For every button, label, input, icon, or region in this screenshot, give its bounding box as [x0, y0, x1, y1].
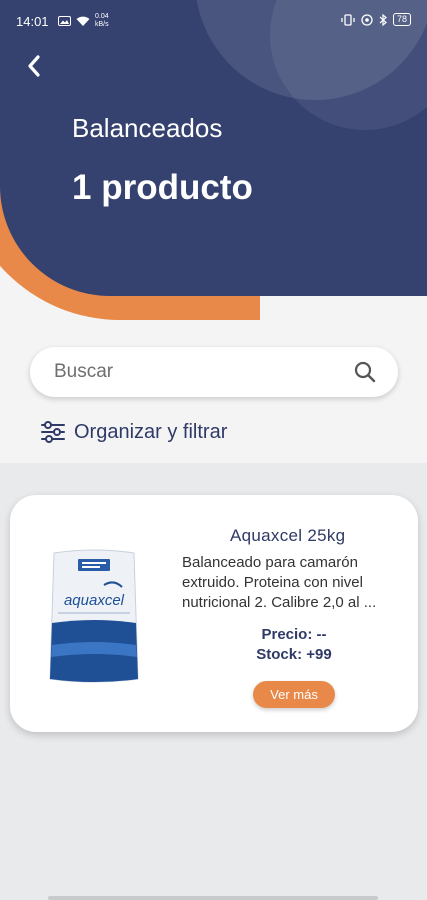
view-more-button[interactable]: Ver más	[253, 681, 335, 708]
status-right-icons: 78	[341, 13, 411, 26]
product-image: aquaxcel	[49, 549, 139, 683]
bottom-edge	[48, 896, 378, 900]
category-title: Balanceados	[72, 113, 223, 143]
header: 14:01 0.04 kB/s 78 Balanceados 1 product…	[0, 0, 427, 320]
gallery-icon	[58, 16, 71, 26]
search-icon[interactable]	[354, 361, 376, 383]
battery-indicator: 78	[392, 13, 411, 26]
product-card[interactable]: aquaxcel Aquaxcel 25kg Balanceado para c…	[10, 495, 418, 732]
vibrate-icon	[341, 13, 355, 26]
header-background	[0, 0, 427, 296]
search-bar[interactable]	[30, 347, 398, 397]
product-name[interactable]: Aquaxcel 25kg	[230, 526, 345, 546]
status-time: 14:01	[16, 14, 49, 29]
product-price: Precio: --	[261, 626, 327, 643]
search-input[interactable]	[54, 361, 354, 383]
wifi-icon	[76, 16, 90, 26]
filter-button[interactable]: Organizar y filtrar	[40, 420, 227, 444]
bluetooth-icon	[379, 13, 387, 26]
network-speed: 0.04 kB/s	[95, 13, 109, 28]
filter-label: Organizar y filtrar	[74, 420, 228, 443]
chevron-left-icon	[28, 55, 40, 77]
product-stock: Stock: +99	[256, 646, 332, 663]
product-count: 1 producto	[72, 168, 253, 207]
bag-brand-text: aquaxcel	[64, 592, 125, 609]
sliders-icon	[41, 421, 65, 443]
alarm-icon	[361, 13, 373, 26]
search-section: Organizar y filtrar	[0, 320, 427, 463]
status-bar: 14:01 0.04 kB/s 78	[0, 0, 427, 42]
product-description: Balanceado para camarón extruido. Protei…	[182, 554, 377, 611]
back-button[interactable]	[18, 50, 50, 82]
status-left-icons: 0.04 kB/s	[58, 13, 109, 29]
